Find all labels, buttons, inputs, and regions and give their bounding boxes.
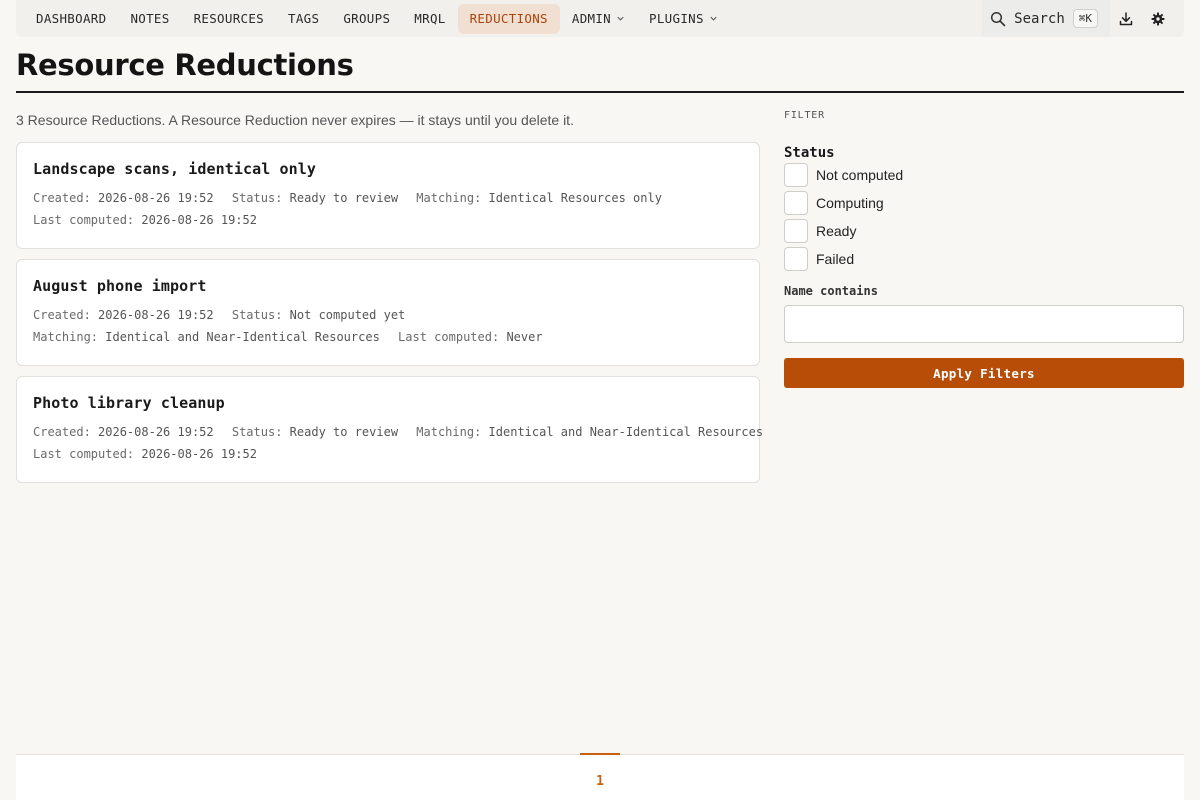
download-button[interactable] <box>1110 0 1142 37</box>
name-contains-input[interactable] <box>784 305 1184 343</box>
nav-item-label: NOTES <box>130 11 170 26</box>
nav-item-mrql[interactable]: MRQL <box>402 4 457 34</box>
reduction-meta-line: Last computed: 2026-08-26 19:52 <box>33 209 743 231</box>
reduction-card[interactable]: August phone import Created: 2026-08-26 … <box>16 259 760 366</box>
last-computed-label: Last computed: <box>398 330 500 344</box>
status-label: Status: <box>231 425 283 439</box>
matching-value: Identical and Near-Identical Resources <box>488 425 764 439</box>
matching-value: Identical Resources only <box>488 191 662 205</box>
search-shortcut: ⌘K <box>1072 9 1098 28</box>
status-option-label: Ready <box>816 223 857 239</box>
nav-item-label: GROUPS <box>343 11 391 26</box>
nav-item-dashboard[interactable]: DASHBOARD <box>24 4 118 34</box>
filter-panel: FILTER Status Not computed Computing Rea… <box>784 110 1184 388</box>
nav-item-plugins[interactable]: PLUGINS <box>637 4 730 34</box>
last-computed-value: 2026-08-26 19:52 <box>141 447 257 461</box>
reduction-meta-line: Matching: Identical and Near-Identical R… <box>33 326 743 348</box>
reduction-name[interactable]: August phone import <box>33 277 743 295</box>
gear-icon <box>1151 12 1165 26</box>
reduction-name[interactable]: Photo library cleanup <box>33 394 743 412</box>
search-icon <box>990 11 1006 27</box>
status-option-label: Not computed <box>816 167 904 183</box>
reduction-card[interactable]: Landscape scans, identical only Created:… <box>16 142 760 249</box>
apply-filters-button[interactable]: Apply Filters <box>784 358 1184 388</box>
reduction-meta-line: Created: 2026-08-26 19:52 Status: Not co… <box>33 304 743 326</box>
created-label: Created: <box>33 191 91 205</box>
nav-item-label: TAGS <box>288 11 320 26</box>
search-button[interactable]: Search ⌘K <box>982 0 1110 37</box>
search-label: Search <box>1014 10 1065 27</box>
nav-item-admin[interactable]: ADMIN <box>560 4 637 34</box>
settings-button[interactable] <box>1142 0 1174 37</box>
nav-item-label: ADMIN <box>571 11 612 26</box>
last-computed-value: 2026-08-26 19:52 <box>141 213 257 227</box>
chevron-down-icon <box>616 14 625 23</box>
status-option-ready[interactable]: Ready <box>784 217 1184 245</box>
download-icon <box>1118 11 1134 27</box>
matching-value: Identical and Near-Identical Resources <box>105 330 380 344</box>
created-value: 2026-08-26 19:52 <box>98 308 214 322</box>
status-option-not-computed[interactable]: Not computed <box>784 161 1184 189</box>
chevron-down-icon <box>709 14 718 23</box>
nav-item-label: MRQL <box>414 11 446 26</box>
reduction-name[interactable]: Landscape scans, identical only <box>33 160 743 178</box>
reduction-meta-line: Created: 2026-08-26 19:52 Status: Ready … <box>33 187 743 209</box>
nav-item-resources[interactable]: RESOURCES <box>182 4 276 34</box>
nav-item-groups[interactable]: GROUPS <box>331 4 402 34</box>
last-computed-value: Never <box>506 330 543 344</box>
reduction-list: Landscape scans, identical only Created:… <box>16 142 763 493</box>
status-checkbox[interactable] <box>784 191 808 215</box>
status-value: Ready to review <box>289 425 399 439</box>
nav-item-label: RESOURCES <box>193 11 265 26</box>
status-checkbox[interactable] <box>784 219 808 243</box>
created-value: 2026-08-26 19:52 <box>98 425 214 439</box>
title-divider <box>16 91 1184 93</box>
matching-label: Matching: <box>416 425 482 439</box>
nav-item-tags[interactable]: TAGS <box>276 4 331 34</box>
last-computed-label: Last computed: <box>33 447 135 461</box>
status-option-failed[interactable]: Failed <box>784 245 1184 273</box>
nav-items: DASHBOARD NOTES RESOURCES TAGS GROUPS MR… <box>16 0 730 37</box>
reduction-meta-line: Created: 2026-08-26 19:52 Status: Ready … <box>33 421 763 443</box>
reduction-card[interactable]: Photo library cleanup Created: 2026-08-2… <box>16 376 763 483</box>
status-label: Status: <box>231 191 283 205</box>
status-option-computing[interactable]: Computing <box>784 189 1184 217</box>
nav-item-label: REDUCTIONS <box>469 11 548 26</box>
nav-item-label: DASHBOARD <box>36 11 107 26</box>
nav-item-notes[interactable]: NOTES <box>118 4 181 34</box>
page-summary: 3 Resource Reductions. A Resource Reduct… <box>16 112 574 128</box>
nav-right: Search ⌘K <box>982 0 1184 37</box>
reduction-meta-line: Last computed: 2026-08-26 19:52 <box>33 443 743 465</box>
created-label: Created: <box>33 425 91 439</box>
created-value: 2026-08-26 19:52 <box>98 191 214 205</box>
status-label: Status: <box>231 308 283 322</box>
status-filter-label: Status <box>784 145 835 161</box>
status-checkbox[interactable] <box>784 163 808 187</box>
nav-item-label: PLUGINS <box>649 11 704 26</box>
page-number-current[interactable]: 1 <box>580 753 620 800</box>
pagination: 1 <box>16 753 1184 800</box>
status-value: Ready to review <box>289 191 399 205</box>
status-option-label: Computing <box>816 195 884 211</box>
nav-item-reductions[interactable]: REDUCTIONS <box>457 3 560 34</box>
page-title: Resource Reductions <box>16 48 354 82</box>
filter-heading: FILTER <box>784 110 825 121</box>
status-checkbox[interactable] <box>784 247 808 271</box>
status-value: Not computed yet <box>289 308 406 322</box>
created-label: Created: <box>33 308 91 322</box>
matching-label: Matching: <box>416 191 482 205</box>
status-option-label: Failed <box>816 251 855 267</box>
name-filter-label: Name contains <box>784 284 878 298</box>
top-nav: DASHBOARD NOTES RESOURCES TAGS GROUPS MR… <box>16 0 1184 37</box>
last-computed-label: Last computed: <box>33 213 135 227</box>
matching-label: Matching: <box>33 330 99 344</box>
